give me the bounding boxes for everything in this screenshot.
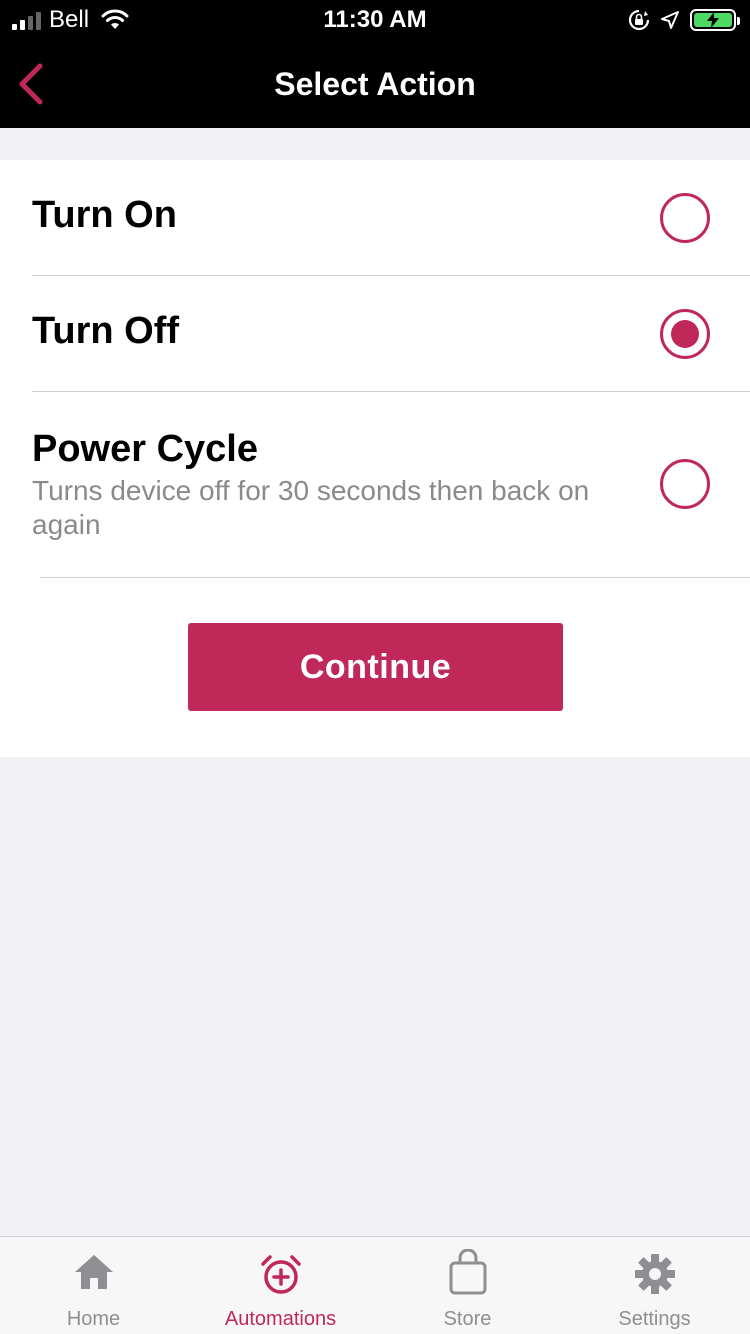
tab-automations[interactable]: Automations (187, 1237, 374, 1334)
option-turn-off[interactable]: Turn Off (32, 276, 750, 391)
tab-bar: Home Automations Store Settings (0, 1236, 750, 1334)
home-icon (74, 1255, 113, 1289)
app-screen: Bell 11:30 AM Select Action Turn On Turn… (0, 0, 750, 1334)
option-turn-on[interactable]: Turn On (32, 160, 750, 275)
radio-power-cycle[interactable] (660, 459, 710, 509)
radio-turn-off[interactable] (660, 309, 710, 359)
shopping-bag-icon (449, 1249, 486, 1295)
status-right (628, 6, 740, 34)
tab-label: Store (443, 1308, 492, 1330)
option-description: Turns device off for 30 seconds then bac… (32, 475, 590, 540)
tab-label: Settings (618, 1308, 691, 1330)
tab-home[interactable]: Home (0, 1237, 187, 1334)
tab-label: Home (66, 1308, 121, 1330)
page-title: Select Action (274, 66, 476, 102)
location-arrow-icon (661, 11, 679, 29)
tab-label: Automations (224, 1308, 337, 1330)
tab-store[interactable]: Store (374, 1237, 561, 1334)
option-title: Power Cycle (32, 428, 258, 470)
alarm-clock-plus-icon (260, 1255, 301, 1294)
continue-button[interactable]: Continue (188, 623, 563, 711)
divider (40, 577, 750, 578)
option-title: Turn Off (32, 310, 180, 352)
navigation-bar: Select Action (0, 40, 750, 128)
tab-settings[interactable]: Settings (561, 1237, 748, 1334)
action-options-card: Turn On Turn Off Power Cycle Turns devic… (0, 160, 750, 757)
option-title: Turn On (32, 194, 177, 236)
status-bar: Bell 11:30 AM (0, 0, 750, 40)
gear-icon (634, 1254, 675, 1294)
orientation-lock-icon (628, 9, 650, 31)
radio-turn-on[interactable] (660, 193, 710, 243)
battery-charging-icon (690, 9, 740, 31)
option-power-cycle[interactable]: Power Cycle Turns device off for 30 seco… (32, 392, 750, 577)
